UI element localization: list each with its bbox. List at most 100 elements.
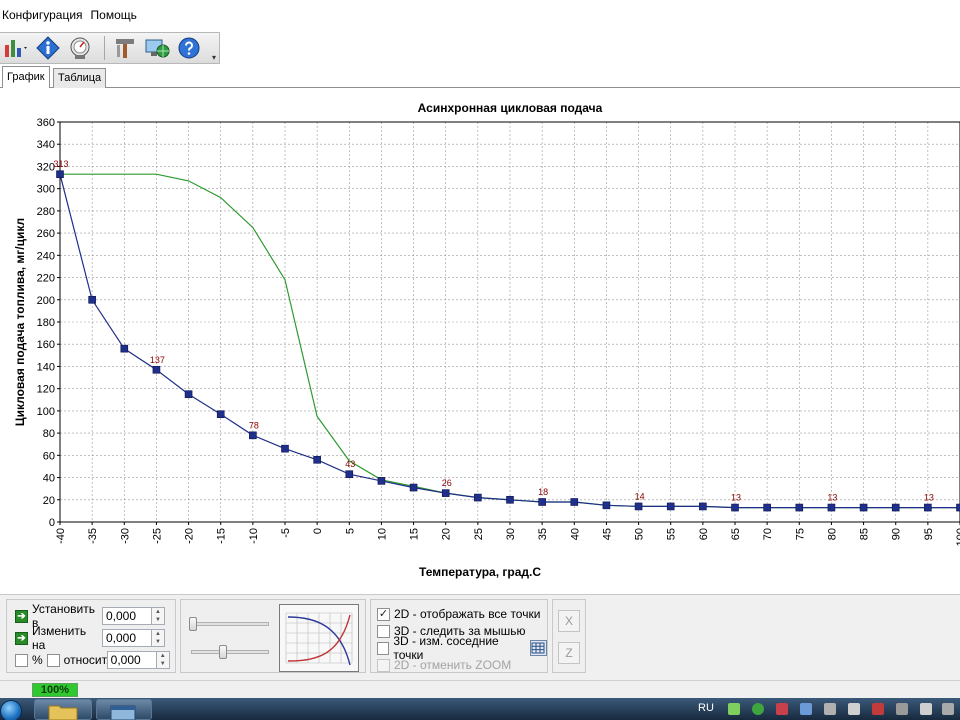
tray-device-icon[interactable] — [824, 703, 836, 715]
y-tick-label: 300 — [37, 184, 55, 196]
tab-bar: График Таблица — [0, 66, 960, 88]
tray-antivirus-icon[interactable] — [776, 703, 788, 715]
start-button-icon[interactable] — [0, 700, 22, 720]
y-tick-label: 320 — [37, 161, 55, 173]
toolbar: ▾ — [0, 30, 960, 66]
tray-update-icon[interactable] — [752, 703, 764, 715]
apply-arrow-icon[interactable]: ➔ — [15, 631, 28, 645]
data-label: 43 — [345, 459, 355, 469]
data-point-marker — [152, 365, 161, 374]
tray-battery-icon[interactable] — [896, 703, 908, 715]
tray-bluetooth-icon[interactable] — [800, 703, 812, 715]
x-tick-label: 75 — [794, 528, 806, 540]
x-tick-label: 60 — [698, 528, 710, 540]
axis-z-button[interactable]: Z — [558, 642, 580, 664]
data-point-marker — [56, 170, 64, 179]
settings-button[interactable] — [111, 34, 139, 62]
menu-configuration[interactable]: Конфигурация — [2, 8, 83, 22]
y-tick-label: 80 — [43, 428, 55, 440]
data-point-marker — [891, 503, 900, 512]
toolbar-overflow-icon[interactable]: ▾ — [209, 53, 219, 63]
y-tick-label: 340 — [37, 139, 55, 151]
apply-arrow-icon[interactable]: ➔ — [15, 609, 28, 623]
x-tick-label: 100 — [955, 528, 960, 546]
status-bar: 100% — [0, 680, 960, 698]
x-tick-label: -40 — [55, 528, 67, 544]
y-tick-label: 0 — [49, 517, 55, 529]
x-tick-label: -35 — [87, 528, 99, 544]
tray-network-icon[interactable] — [728, 703, 740, 715]
data-point-marker — [956, 503, 960, 512]
gauge-icon — [70, 37, 90, 59]
y-tick-label: 160 — [37, 339, 55, 351]
data-label: 13 — [731, 493, 741, 503]
change-value-spinner[interactable]: ▲ ▼ — [152, 629, 165, 647]
tray-flag-icon[interactable] — [848, 703, 860, 715]
data-point-marker — [249, 431, 257, 440]
x-tick-label: 85 — [859, 528, 871, 540]
monitor-button[interactable] — [66, 34, 94, 62]
help-question-icon — [178, 37, 200, 59]
data-point-marker — [827, 503, 836, 512]
data-point-marker — [184, 390, 193, 399]
rotation-slider-thumb[interactable] — [189, 617, 197, 631]
option-cancel-zoom[interactable]: 2D - отменить ZOOM — [377, 655, 511, 675]
tilt-slider-thumb[interactable] — [219, 645, 227, 659]
cancel-zoom-checkbox[interactable] — [377, 658, 390, 672]
tab-table[interactable]: Таблица — [53, 68, 107, 88]
change-value-input[interactable]: 0,000 — [102, 629, 152, 647]
show-all-points-checkbox[interactable]: ✓ — [377, 607, 390, 621]
tray-alert-icon[interactable] — [872, 703, 884, 715]
data-point-marker — [216, 410, 225, 419]
set-value-input[interactable]: 0,000 — [102, 607, 152, 625]
taskbar-app-button[interactable] — [96, 699, 152, 720]
grid-icon — [531, 642, 545, 654]
x-tick-label: 70 — [762, 528, 774, 540]
relative-checkbox[interactable] — [46, 653, 60, 667]
chart-svg[interactable]: Асинхронная цикловая подача0204060801001… — [0, 88, 960, 594]
data-point-marker — [474, 493, 482, 502]
percent-checkbox[interactable] — [15, 653, 28, 667]
follow-mouse-checkbox[interactable] — [377, 624, 390, 638]
menu-help[interactable]: Помощь — [91, 8, 137, 22]
progress-text: 100% — [40, 684, 70, 696]
x-tick-label: 0 — [312, 528, 324, 534]
tilt-slider-track[interactable] — [191, 650, 269, 654]
y-tick-label: 240 — [37, 250, 55, 262]
tab-graph[interactable]: График — [2, 66, 50, 88]
y-tick-label: 60 — [43, 450, 55, 462]
data-point-marker — [377, 477, 386, 485]
x-tick-label: 10 — [376, 528, 388, 540]
tray-volume-icon[interactable] — [920, 703, 932, 715]
language-indicator[interactable]: RU — [698, 702, 714, 714]
relative-value-row: % относит. 0,000 ▲ ▼ — [15, 650, 170, 670]
chart-preview[interactable] — [279, 604, 359, 672]
x-tick-label: 65 — [730, 528, 742, 540]
data-point-marker — [441, 489, 450, 497]
network-button[interactable] — [143, 34, 171, 62]
grid-settings-button[interactable] — [529, 640, 547, 656]
chart-type-button[interactable] — [2, 34, 30, 62]
toolbar-separator — [104, 36, 105, 60]
y-tick-label: 140 — [37, 361, 55, 373]
set-value-row: ➔ Установить в 0,000 ▲ ▼ — [15, 602, 165, 630]
change-value-row: ➔ Изменить на 0,000 ▲ ▼ — [15, 624, 165, 652]
set-value-spinner[interactable]: ▲ ▼ — [152, 607, 165, 625]
relative-value-input[interactable]: 0,000 — [106, 651, 157, 669]
edit-neighbors-checkbox[interactable] — [377, 641, 390, 655]
chart-title: Асинхронная цикловая подача — [418, 101, 603, 115]
help-button[interactable] — [175, 34, 203, 62]
bottom-panel: ➔ Установить в 0,000 ▲ ▼ ➔ Изменить на 0,… — [0, 594, 960, 680]
axis-x-button[interactable]: X — [558, 610, 580, 632]
curve-preview-icon — [285, 612, 353, 666]
x-tick-label: 45 — [601, 528, 613, 540]
tray-speaker-icon[interactable] — [942, 703, 954, 715]
x-tick-label: 90 — [891, 528, 903, 540]
info-diamond-icon — [36, 36, 60, 60]
relative-value-spinner[interactable]: ▲ ▼ — [156, 651, 170, 669]
info-button[interactable] — [34, 34, 62, 62]
taskbar-explorer-button[interactable] — [34, 699, 92, 720]
rotation-slider-track[interactable] — [191, 622, 269, 626]
data-label: 13 — [827, 493, 837, 503]
value-edit-group: ➔ Установить в 0,000 ▲ ▼ ➔ Изменить на 0,… — [6, 599, 176, 673]
